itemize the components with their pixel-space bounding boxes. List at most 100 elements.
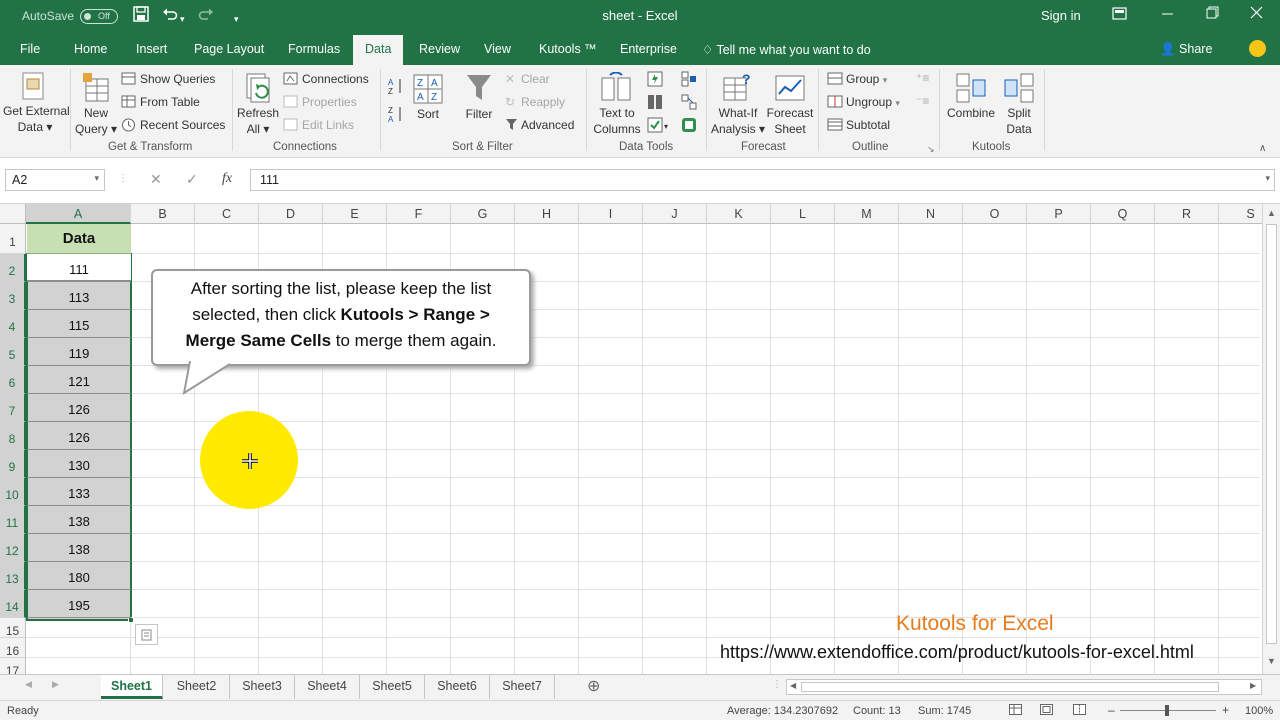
data-cell[interactable]: 115 <box>27 310 131 338</box>
expand-formula-bar-icon[interactable]: ▾ <box>1265 173 1270 184</box>
combine-button[interactable]: Combine <box>944 105 998 121</box>
column-header-b[interactable]: B <box>131 204 195 224</box>
data-cell[interactable]: 180 <box>27 562 131 590</box>
column-header-l[interactable]: L <box>771 204 835 224</box>
minimize-icon[interactable] <box>1162 6 1174 25</box>
tab-enterprise[interactable]: Enterprise <box>620 42 677 56</box>
data-cell[interactable]: 138 <box>27 506 131 534</box>
sheet-tab-6[interactable]: Sheet6 <box>425 675 490 699</box>
formula-input[interactable]: 111 ▾ <box>250 169 1275 191</box>
sign-in-link[interactable]: Sign in <box>1041 8 1081 23</box>
data-cell[interactable]: 126 <box>27 394 131 422</box>
row-header-7[interactable]: 7 <box>0 394 26 422</box>
refresh-all-button[interactable]: Refresh All ▾ <box>236 105 280 137</box>
edit-links-button[interactable]: Edit Links <box>302 117 354 133</box>
sheet-tab-3[interactable]: Sheet3 <box>230 675 295 699</box>
what-if-analysis-button[interactable]: What-If Analysis ▾ <box>710 105 766 137</box>
row-header-6[interactable]: 6 <box>0 366 26 394</box>
tab-split-grip-icon[interactable]: ⋮ <box>772 679 782 690</box>
tab-file[interactable]: File <box>20 42 40 56</box>
new-sheet-icon[interactable]: ⊕ <box>587 676 600 696</box>
row-header-8[interactable]: 8 <box>0 422 26 450</box>
clear-button[interactable]: Clear <box>521 71 550 87</box>
cancel-entry-icon[interactable]: ✕ <box>150 171 162 188</box>
flash-fill-icon[interactable] <box>647 71 663 90</box>
row-header-4[interactable]: 4 <box>0 310 26 338</box>
zoom-in-icon[interactable]: + <box>1222 703 1229 717</box>
sort-ascending-icon[interactable]: AZ <box>388 77 404 98</box>
data-cell[interactable]: 138 <box>27 534 131 562</box>
relationships-icon[interactable] <box>681 94 697 113</box>
scroll-tabs-left-icon[interactable]: ◀ <box>25 679 32 690</box>
zoom-out-icon[interactable]: – <box>1108 703 1115 717</box>
data-validation-icon[interactable]: ▾ <box>647 117 671 136</box>
tab-view[interactable]: View <box>484 42 511 56</box>
name-box-dropdown-icon[interactable]: ▾ <box>94 173 99 184</box>
column-header-j[interactable]: J <box>643 204 707 224</box>
get-external-data-button[interactable]: Get External Data ▾ <box>3 103 70 135</box>
close-icon[interactable] <box>1250 6 1263 24</box>
row-header-13[interactable]: 13 <box>0 562 26 590</box>
sort-button[interactable]: Sort <box>410 106 446 122</box>
sort-descending-icon[interactable]: ZA <box>388 105 404 126</box>
data-cell[interactable]: 113 <box>27 282 131 310</box>
column-header-o[interactable]: O <box>963 204 1027 224</box>
sheet-tab-2[interactable]: Sheet2 <box>164 675 230 699</box>
ribbon-display-options-icon[interactable] <box>1112 6 1127 26</box>
smile-feedback-icon[interactable] <box>1249 40 1266 57</box>
tab-kutools[interactable]: Kutools ™ <box>539 42 597 56</box>
reapply-button[interactable]: Reapply <box>521 94 565 110</box>
horizontal-scrollbar[interactable]: ◀ ▶ <box>786 679 1262 695</box>
row-header-9[interactable]: 9 <box>0 450 26 478</box>
scroll-right-icon[interactable]: ▶ <box>1250 681 1256 690</box>
data-cell[interactable]: 111 <box>27 254 131 282</box>
new-query-button[interactable]: New Query ▾ <box>74 105 118 137</box>
column-header-i[interactable]: I <box>579 204 643 224</box>
vertical-scroll-thumb[interactable] <box>1266 224 1277 644</box>
name-box[interactable]: A2 ▾ <box>5 169 105 191</box>
data-cell[interactable]: 121 <box>27 366 131 394</box>
hide-detail-icon[interactable]: ⁻≡ <box>916 94 929 108</box>
column-header-q[interactable]: Q <box>1091 204 1155 224</box>
row-header-12[interactable]: 12 <box>0 534 26 562</box>
tab-review[interactable]: Review <box>419 42 460 56</box>
row-header-17[interactable]: 17 <box>0 658 26 674</box>
zoom-slider-thumb[interactable] <box>1165 705 1169 716</box>
column-header-g[interactable]: G <box>451 204 515 224</box>
data-cell[interactable]: 195 <box>27 590 131 618</box>
sheet-tab-4[interactable]: Sheet4 <box>295 675 360 699</box>
recent-sources-button[interactable]: Recent Sources <box>140 117 225 133</box>
quick-analysis-button[interactable] <box>135 624 158 645</box>
collapse-ribbon-icon[interactable]: ∧ <box>1259 143 1266 154</box>
tab-formulas[interactable]: Formulas <box>288 42 340 56</box>
consolidate-icon[interactable] <box>681 71 697 90</box>
connections-button[interactable]: Connections <box>302 71 369 87</box>
confirm-entry-icon[interactable]: ✓ <box>186 171 198 188</box>
sheet-tab-5[interactable]: Sheet5 <box>360 675 425 699</box>
scroll-left-icon[interactable]: ◀ <box>790 681 796 690</box>
tab-home[interactable]: Home <box>74 42 107 56</box>
row-header-16[interactable]: 16 <box>0 638 26 658</box>
scroll-down-icon[interactable]: ▼ <box>1267 656 1276 666</box>
column-header-p[interactable]: P <box>1027 204 1091 224</box>
column-header-r[interactable]: R <box>1155 204 1219 224</box>
row-header-1[interactable]: 1 <box>0 224 26 254</box>
column-header-f[interactable]: F <box>387 204 451 224</box>
column-header-d[interactable]: D <box>259 204 323 224</box>
row-header-15[interactable]: 15 <box>0 618 26 638</box>
column-header-k[interactable]: K <box>707 204 771 224</box>
row-header-14[interactable]: 14 <box>0 590 26 618</box>
row-header-2[interactable]: 2 <box>0 254 26 282</box>
data-cell[interactable]: 133 <box>27 478 131 506</box>
data-cell[interactable]: 126 <box>27 422 131 450</box>
from-table-button[interactable]: From Table <box>140 94 200 110</box>
select-all-corner[interactable] <box>0 204 26 224</box>
forecast-sheet-button[interactable]: Forecast Sheet <box>766 105 814 137</box>
show-queries-button[interactable]: Show Queries <box>140 71 215 87</box>
properties-button[interactable]: Properties <box>302 94 357 110</box>
show-detail-icon[interactable]: ⁺≡ <box>916 71 929 85</box>
column-header-c[interactable]: C <box>195 204 259 224</box>
row-header-5[interactable]: 5 <box>0 338 26 366</box>
scroll-tabs-right-icon[interactable]: ▶ <box>52 679 59 690</box>
share-button[interactable]: 👤 Share <box>1160 42 1212 57</box>
